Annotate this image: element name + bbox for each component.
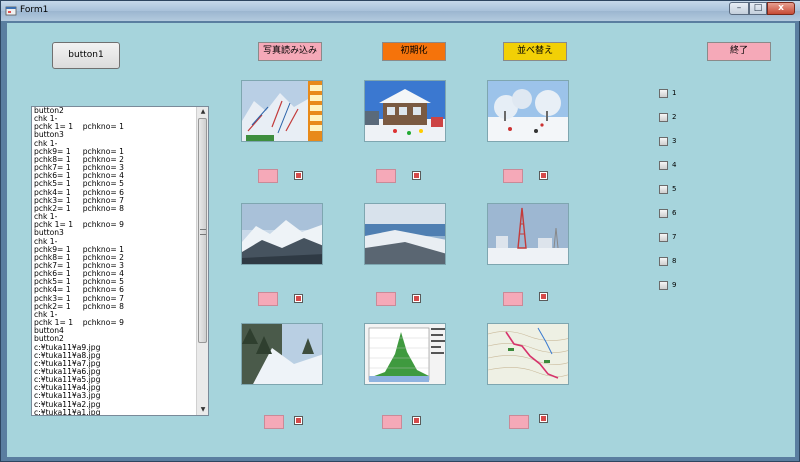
checklist-checkbox-4[interactable] xyxy=(659,161,668,170)
log-line: button3 xyxy=(34,228,64,238)
sort-label: 並べ替え xyxy=(516,46,553,56)
photo-9-checkbox[interactable] xyxy=(539,414,548,423)
log-line: pchk2= 1 pchkno= 8 xyxy=(34,301,124,311)
topo-map-image xyxy=(488,324,568,384)
checklist-label-4: 4 xyxy=(672,161,677,169)
button1[interactable]: button1 xyxy=(52,42,120,69)
checklist-checkbox-6[interactable] xyxy=(659,209,668,218)
maximize-button[interactable]: □ xyxy=(749,2,767,15)
log-textbox[interactable]: button2 chk 1- pchk 1= 1 pchkno= 1 button3 c… xyxy=(31,106,209,416)
photo-5[interactable] xyxy=(364,203,446,265)
checklist-label-3: 3 xyxy=(672,137,677,145)
checklist-checkbox-2[interactable] xyxy=(659,113,668,122)
scroll-grip-icon xyxy=(200,229,206,235)
photo-5-number-box[interactable] xyxy=(376,292,396,306)
photo-2-number-box[interactable] xyxy=(376,169,396,183)
load-photos-label: 写真読み込み xyxy=(262,46,317,56)
initialize-button[interactable]: 初期化 xyxy=(382,42,446,61)
exit-button[interactable]: 終了 xyxy=(707,42,771,61)
close-button[interactable]: x xyxy=(767,2,795,15)
button1-label: button1 xyxy=(68,50,104,60)
window-title: Form1 xyxy=(20,5,49,15)
photo-4[interactable] xyxy=(241,203,323,265)
checklist-checkbox-1[interactable] xyxy=(659,89,668,98)
app-window: Form1 – □ x button1 写真読み込み 初期化 並べ替え 終了 b… xyxy=(0,0,800,462)
photo-6-number-box[interactable] xyxy=(503,292,523,306)
checklist-checkbox-3[interactable] xyxy=(659,137,668,146)
log-line: c:¥tuka11¥a1.jpg xyxy=(34,407,101,416)
photo-4-number-box[interactable] xyxy=(258,292,278,306)
exit-label: 終了 xyxy=(729,46,748,56)
log-line: button2 xyxy=(34,106,64,115)
snowy-coast-image xyxy=(365,204,445,264)
checklist-checkbox-5[interactable] xyxy=(659,185,668,194)
checklist-checkbox-9[interactable] xyxy=(659,281,668,290)
photo-6-checkbox[interactable] xyxy=(539,292,548,301)
photo-2[interactable] xyxy=(364,80,446,142)
scroll-down-icon[interactable]: ▼ xyxy=(198,405,208,415)
checklist-checkbox-7[interactable] xyxy=(659,233,668,242)
minimize-button[interactable]: – xyxy=(729,2,749,15)
photo-4-checkbox[interactable] xyxy=(294,294,303,303)
checklist-label-5: 5 xyxy=(672,185,677,193)
photo-7-checkbox[interactable] xyxy=(294,416,303,425)
checklist-label-1: 1 xyxy=(672,89,677,97)
photo-1[interactable] xyxy=(241,80,323,142)
checklist-label-7: 7 xyxy=(672,233,677,241)
photo-9[interactable] xyxy=(487,323,569,385)
log-lines: button2 chk 1- pchk 1= 1 pchkno= 1 button3 c… xyxy=(34,106,194,416)
title-bar[interactable]: Form1 – □ x xyxy=(1,1,800,21)
photo-5-checkbox[interactable] xyxy=(412,294,421,303)
scroll-up-icon[interactable]: ▲ xyxy=(198,107,208,117)
log-scrollbar[interactable]: ▲ ▼ xyxy=(196,107,208,415)
ski-lodge-image xyxy=(365,81,445,141)
photo-6[interactable] xyxy=(487,203,569,265)
photo-1-checkbox[interactable] xyxy=(294,171,303,180)
checklist-label-9: 9 xyxy=(672,281,677,289)
photo-8[interactable] xyxy=(364,323,446,385)
initialize-label: 初期化 xyxy=(400,46,428,56)
snowy-trees-skiers-image xyxy=(488,81,568,141)
photo-1-number-box[interactable] xyxy=(258,169,278,183)
app-icon xyxy=(5,6,17,16)
photo-3[interactable] xyxy=(487,80,569,142)
checklist-label-6: 6 xyxy=(672,209,677,217)
photo-8-number-box[interactable] xyxy=(382,415,402,429)
photo-2-checkbox[interactable] xyxy=(412,171,421,180)
photo-3-checkbox[interactable] xyxy=(539,171,548,180)
scroll-thumb[interactable] xyxy=(198,118,207,343)
radio-towers-image xyxy=(488,204,568,264)
photo-9-number-box[interactable] xyxy=(509,415,529,429)
checklist-checkbox-8[interactable] xyxy=(659,257,668,266)
checklist-label-8: 8 xyxy=(672,257,677,265)
log-line: pchk2= 1 pchkno= 8 xyxy=(34,203,124,213)
elevation-profile-image xyxy=(365,324,445,384)
photo-8-checkbox[interactable] xyxy=(412,416,421,425)
ski-resort-map-image xyxy=(242,81,322,141)
sort-button[interactable]: 並べ替え xyxy=(503,42,567,61)
photo-7[interactable] xyxy=(241,323,323,385)
client-area: button1 写真読み込み 初期化 並べ替え 終了 button2 chk 1-… xyxy=(7,23,795,457)
snowy-slope-trees-image xyxy=(242,324,322,384)
log-line: button3 xyxy=(34,130,64,140)
checklist-label-2: 2 xyxy=(672,113,677,121)
snowy-mountains-image xyxy=(242,204,322,264)
photo-7-number-box[interactable] xyxy=(264,415,284,429)
photo-3-number-box[interactable] xyxy=(503,169,523,183)
load-photos-button[interactable]: 写真読み込み xyxy=(258,42,322,61)
